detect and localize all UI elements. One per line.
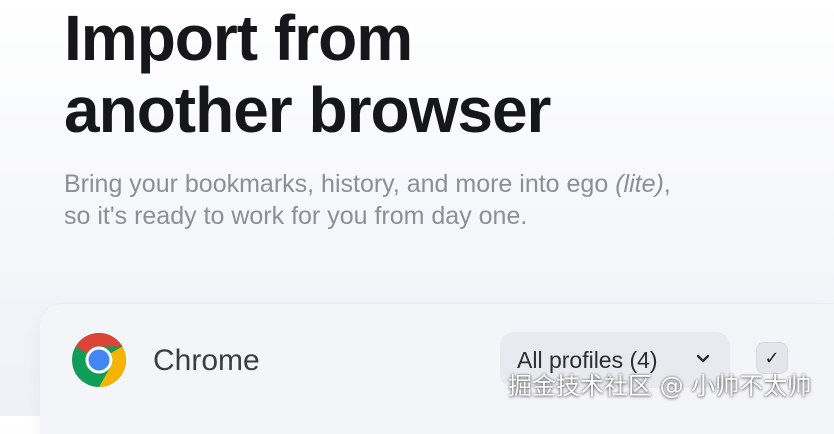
browser-name: Chrome [153, 344, 260, 377]
checkmark-icon: ✓ [764, 347, 780, 369]
browser-import-row: Chrome All profiles (4) ✓ [40, 304, 834, 434]
chrome-icon [72, 333, 126, 387]
subtitle-line-2: so it's ready to work for you from day o… [64, 202, 528, 230]
chevron-down-icon [696, 354, 710, 363]
import-checkbox[interactable]: ✓ [756, 342, 788, 374]
page-title-line-2: another browser [64, 74, 551, 146]
page-title-line-1: Import from [64, 2, 413, 74]
page-title: Import from another browser [64, 2, 551, 146]
profile-select[interactable]: All profiles (4) [500, 332, 730, 388]
subtitle-punctuation: , [663, 170, 671, 198]
app-edition-label: (lite) [615, 170, 664, 198]
subtitle-line-1: Bring your bookmarks, history, and more … [64, 168, 671, 200]
profile-select-value: All profiles (4) [517, 346, 658, 373]
subtitle-text: Bring your bookmarks, history, and more … [64, 170, 616, 198]
page-subtitle: Bring your bookmarks, history, and more … [64, 168, 671, 232]
